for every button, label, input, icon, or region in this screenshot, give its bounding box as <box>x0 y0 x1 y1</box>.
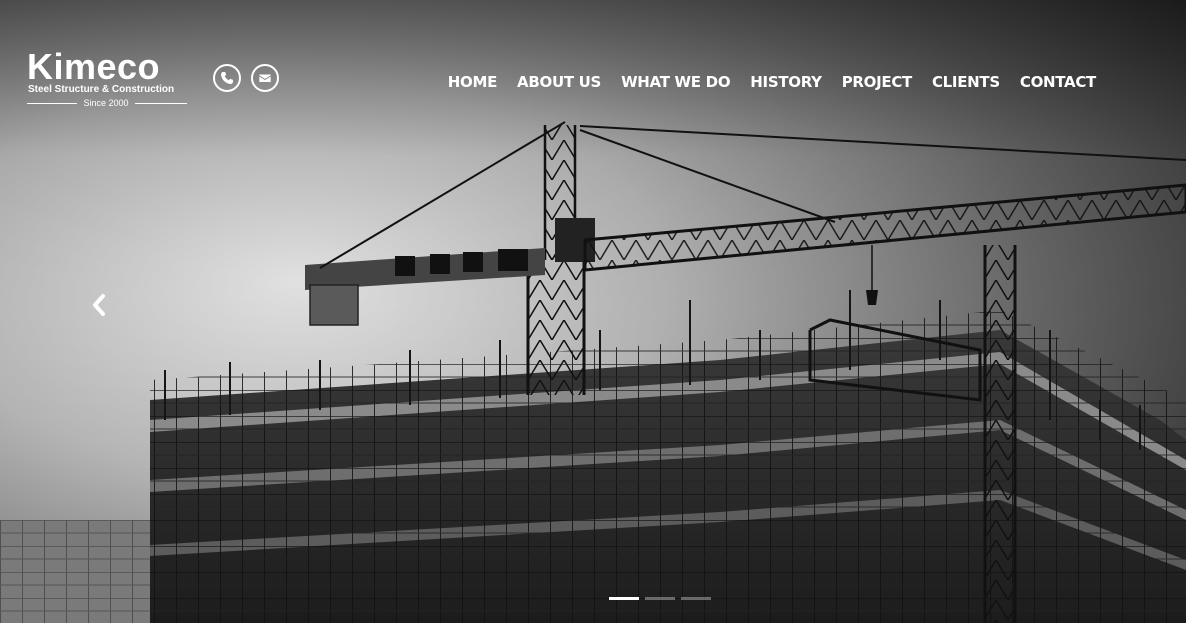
phone-icon <box>221 72 233 84</box>
carousel-indicators <box>609 597 711 600</box>
nav-item-project[interactable]: PROJECT <box>832 72 922 92</box>
nav-item-clients[interactable]: CLIENTS <box>922 72 1010 92</box>
brand-since: Since 2000 <box>83 98 129 108</box>
main-nav: HOME ABOUT US WHAT WE DO HISTORY PROJECT… <box>438 72 1106 92</box>
email-button[interactable] <box>251 64 279 92</box>
nav-item-history[interactable]: HISTORY <box>740 72 831 92</box>
carousel-indicator[interactable] <box>645 597 675 600</box>
nav-item-home[interactable]: HOME <box>438 72 507 92</box>
nav-item-what-we-do[interactable]: WHAT WE DO <box>611 72 740 92</box>
logo-divider-right <box>135 103 187 104</box>
chevron-left-icon <box>93 294 105 316</box>
phone-button[interactable] <box>213 64 241 92</box>
carousel-indicator[interactable] <box>609 597 639 600</box>
hero-slider: Kimeco Steel Structure & Construction Si… <box>0 0 1186 623</box>
nav-item-about-us[interactable]: ABOUT US <box>507 72 611 92</box>
nav-item-contact[interactable]: CONTACT <box>1010 72 1106 92</box>
carousel-indicator[interactable] <box>681 597 711 600</box>
brand-since-row: Since 2000 <box>27 98 187 110</box>
brand-tagline: Steel Structure & Construction <box>28 84 175 95</box>
brand-name: Kimeco <box>27 46 161 87</box>
envelope-icon <box>259 74 271 82</box>
carousel-prev-button[interactable] <box>88 292 110 318</box>
logo-divider-left <box>27 103 77 104</box>
brand-logo[interactable]: Kimeco Steel Structure & Construction Si… <box>27 48 189 112</box>
